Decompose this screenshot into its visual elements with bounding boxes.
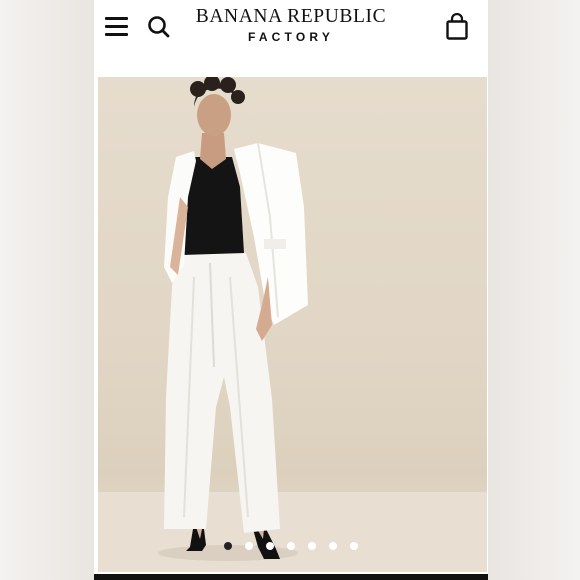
- carousel-dot[interactable]: [224, 542, 232, 550]
- logo-line-2: FACTORY: [247, 30, 335, 44]
- site-header: BANANA REPUBLIC FACTORY: [94, 0, 488, 72]
- shopping-bag-icon[interactable]: [445, 12, 469, 41]
- hamburger-menu-icon[interactable]: [105, 16, 129, 38]
- page-left-margin: [0, 0, 94, 580]
- page-right-margin: [488, 0, 580, 580]
- brand-logo[interactable]: BANANA REPUBLIC FACTORY: [188, 6, 394, 45]
- logo-line-1: BANANA REPUBLIC: [195, 6, 387, 27]
- mobile-page: BANANA REPUBLIC FACTORY: [94, 0, 488, 580]
- carousel-dot[interactable]: [329, 542, 337, 550]
- bottom-bar: [94, 574, 488, 580]
- carousel-dot[interactable]: [350, 542, 358, 550]
- model-illustration: [98, 77, 487, 572]
- search-icon[interactable]: [146, 14, 172, 40]
- carousel-dot[interactable]: [245, 542, 253, 550]
- carousel-dot[interactable]: [266, 542, 274, 550]
- carousel-dot[interactable]: [308, 542, 316, 550]
- carousel-dot[interactable]: [287, 542, 295, 550]
- carousel-indicators: [94, 538, 488, 556]
- product-image[interactable]: [98, 77, 487, 572]
